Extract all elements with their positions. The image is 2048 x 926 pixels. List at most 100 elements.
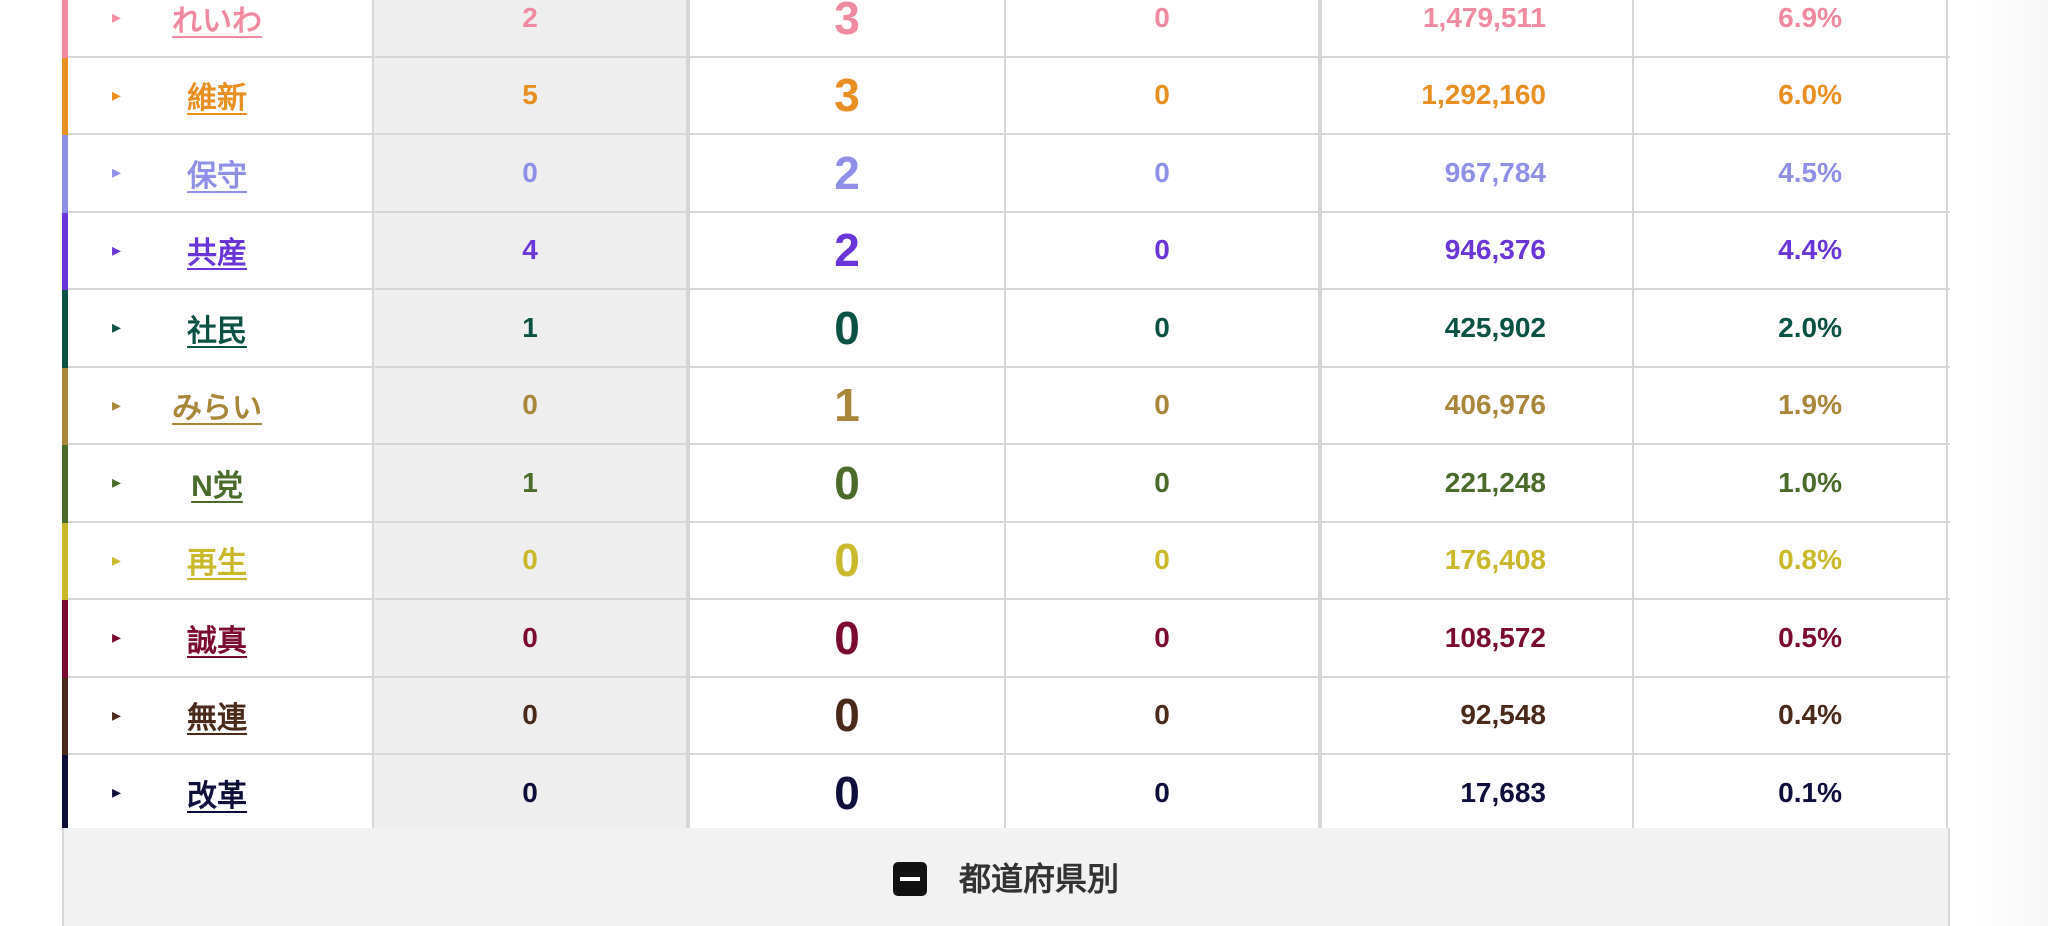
expand-arrow-icon[interactable]: ▸ — [112, 85, 162, 106]
party-color-stripe — [62, 212, 68, 290]
party-name-link[interactable]: 誠真 — [162, 616, 272, 660]
seats-won-cell: 0 — [690, 445, 1006, 521]
party-color-stripe — [62, 0, 68, 58]
table-row: ▸ 保守 0 2 0 967,784 4.5% — [62, 135, 1950, 213]
party-cell: ▸ 無連 — [62, 677, 374, 753]
party-name-link[interactable]: 再生 — [162, 538, 272, 582]
party-cell: ▸ 共産 — [62, 212, 374, 288]
party-name-link[interactable]: みらい — [162, 383, 272, 427]
vote-share-cell: 2.0% — [1634, 290, 1948, 366]
votes-cell: 221,248 — [1322, 445, 1634, 521]
expand-arrow-icon[interactable]: ▸ — [112, 395, 162, 416]
seats-won-cell: 2 — [690, 212, 1006, 288]
votes-cell: 176,408 — [1322, 522, 1634, 598]
extra-seats-cell: 0 — [1006, 755, 1322, 831]
party-cell: ▸ 再生 — [62, 522, 374, 598]
results-page: ▸ れいわ 2 3 0 1,479,511 6.9% ▸ 維新 5 3 0 1,… — [0, 0, 2048, 926]
party-cell: ▸ N党 — [62, 445, 374, 521]
previous-seats-cell: 0 — [374, 135, 690, 211]
extra-seats-cell: 0 — [1006, 0, 1322, 56]
vote-share-cell: 4.5% — [1634, 135, 1948, 211]
vote-share-cell: 4.4% — [1634, 212, 1948, 288]
extra-seats-cell: 0 — [1006, 445, 1322, 521]
party-cell: ▸ 改革 — [62, 755, 374, 831]
vote-share-cell: 6.0% — [1634, 57, 1948, 133]
votes-cell: 108,572 — [1322, 600, 1634, 676]
seats-won-cell: 0 — [690, 677, 1006, 753]
party-name-link[interactable]: 共産 — [162, 228, 272, 272]
party-cell: ▸ 誠真 — [62, 600, 374, 676]
votes-cell: 406,976 — [1322, 367, 1634, 443]
party-name-link[interactable]: 改革 — [162, 771, 272, 815]
votes-cell: 92,548 — [1322, 677, 1634, 753]
party-name-link[interactable]: 社民 — [162, 306, 272, 350]
previous-seats-cell: 5 — [374, 57, 690, 133]
party-color-stripe — [62, 677, 68, 755]
party-cell: ▸ 保守 — [62, 135, 374, 211]
party-color-stripe — [62, 755, 68, 833]
votes-cell: 1,479,511 — [1322, 0, 1634, 56]
party-name-link[interactable]: 保守 — [162, 151, 272, 195]
expand-arrow-icon[interactable]: ▸ — [112, 705, 162, 726]
extra-seats-cell: 0 — [1006, 522, 1322, 598]
seats-won-cell: 0 — [690, 290, 1006, 366]
vote-share-cell: 0.8% — [1634, 522, 1948, 598]
party-results-table: ▸ れいわ 2 3 0 1,479,511 6.9% ▸ 維新 5 3 0 1,… — [62, 0, 1950, 833]
previous-seats-cell: 0 — [374, 677, 690, 753]
expand-arrow-icon[interactable]: ▸ — [112, 472, 162, 493]
edge-shadow — [1978, 0, 2048, 926]
vote-share-cell: 0.1% — [1634, 755, 1948, 831]
vote-share-cell: 0.5% — [1634, 600, 1948, 676]
table-row: ▸ 共産 4 2 0 946,376 4.4% — [62, 212, 1950, 290]
previous-seats-cell: 0 — [374, 755, 690, 831]
extra-seats-cell: 0 — [1006, 367, 1322, 443]
seats-won-cell: 1 — [690, 367, 1006, 443]
table-row: ▸ 無連 0 0 0 92,548 0.4% — [62, 677, 1950, 755]
votes-cell: 967,784 — [1322, 135, 1634, 211]
expand-arrow-icon[interactable]: ▸ — [112, 240, 162, 261]
votes-cell: 425,902 — [1322, 290, 1634, 366]
extra-seats-cell: 0 — [1006, 290, 1322, 366]
table-row: ▸ 再生 0 0 0 176,408 0.8% — [62, 522, 1950, 600]
party-name-link[interactable]: 無連 — [162, 693, 272, 737]
expand-arrow-icon[interactable]: ▸ — [112, 550, 162, 571]
party-color-stripe — [62, 600, 68, 678]
vote-share-cell: 1.0% — [1634, 445, 1948, 521]
previous-seats-cell: 0 — [374, 522, 690, 598]
extra-seats-cell: 0 — [1006, 135, 1322, 211]
vote-share-cell: 6.9% — [1634, 0, 1948, 56]
party-cell: ▸ 社民 — [62, 290, 374, 366]
party-cell: ▸ みらい — [62, 367, 374, 443]
extra-seats-cell: 0 — [1006, 600, 1322, 676]
table-row: ▸ 誠真 0 0 0 108,572 0.5% — [62, 600, 1950, 678]
table-row: ▸ 維新 5 3 0 1,292,160 6.0% — [62, 57, 1950, 135]
votes-cell: 17,683 — [1322, 755, 1634, 831]
expand-arrow-icon[interactable]: ▸ — [112, 317, 162, 338]
seats-won-cell: 3 — [690, 57, 1006, 133]
seats-won-cell: 2 — [690, 135, 1006, 211]
votes-cell: 946,376 — [1322, 212, 1634, 288]
previous-seats-cell: 2 — [374, 0, 690, 56]
votes-cell: 1,292,160 — [1322, 57, 1634, 133]
previous-seats-cell: 1 — [374, 290, 690, 366]
party-color-stripe — [62, 57, 68, 135]
expand-arrow-icon[interactable]: ▸ — [112, 782, 162, 803]
minus-square-icon — [892, 862, 927, 896]
party-cell: ▸ 維新 — [62, 57, 374, 133]
table-row: ▸ みらい 0 1 0 406,976 1.9% — [62, 367, 1950, 445]
party-name-link[interactable]: れいわ — [162, 0, 272, 40]
expand-arrow-icon[interactable]: ▸ — [112, 7, 162, 28]
extra-seats-cell: 0 — [1006, 212, 1322, 288]
prefecture-toggle-label: 都道府県別 — [958, 861, 1119, 897]
table-row: ▸ 改革 0 0 0 17,683 0.1% — [62, 755, 1950, 833]
table-row: ▸ N党 1 0 0 221,248 1.0% — [62, 445, 1950, 523]
vote-share-cell: 0.4% — [1634, 677, 1948, 753]
party-color-stripe — [62, 290, 68, 368]
expand-arrow-icon[interactable]: ▸ — [112, 162, 162, 183]
seats-won-cell: 0 — [690, 522, 1006, 598]
expand-arrow-icon[interactable]: ▸ — [112, 627, 162, 648]
previous-seats-cell: 1 — [374, 445, 690, 521]
party-name-link[interactable]: N党 — [162, 461, 272, 505]
party-name-link[interactable]: 維新 — [162, 73, 272, 117]
prefecture-toggle-button[interactable]: 都道府県別 — [62, 828, 1950, 926]
